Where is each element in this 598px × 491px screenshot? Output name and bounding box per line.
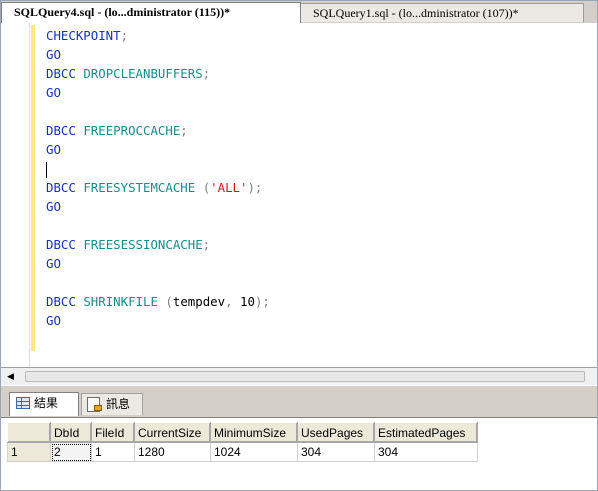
grid-cell[interactable]: 2 xyxy=(50,442,92,462)
code-line: GO xyxy=(46,142,61,157)
code-line: GO xyxy=(46,85,61,100)
code-line xyxy=(46,159,270,178)
grid-cell[interactable]: 1024 xyxy=(210,442,298,462)
grid-corner-header[interactable] xyxy=(7,422,51,443)
tab-messages-label: 訊息 xyxy=(106,397,131,411)
code-line: DBCC SHRINKFILE (tempdev, 10); xyxy=(46,294,270,309)
table-row: 1 2 1 1280 1024 304 304 xyxy=(7,442,478,462)
grid-header-row: DbId FileId CurrentSize MinimumSize Used… xyxy=(7,422,478,443)
column-header-estimatedpages[interactable]: EstimatedPages xyxy=(374,422,478,443)
code-line: CHECKPOINT; xyxy=(46,28,129,43)
code-line: DBCC FREEPROCCACHE; xyxy=(46,123,188,138)
editor-gutter xyxy=(29,23,30,368)
text-caret xyxy=(46,161,47,178)
column-header-fileid[interactable]: FileId xyxy=(91,422,135,443)
code-line: GO xyxy=(46,313,61,328)
tab-results-label: 結果 xyxy=(34,396,59,410)
scroll-left-arrow-icon[interactable]: ◀ xyxy=(3,369,18,384)
tab-results[interactable]: 結果 xyxy=(9,392,79,416)
grid-cell[interactable]: 1 xyxy=(91,442,135,462)
code-line: GO xyxy=(46,256,61,271)
document-tab-strip: SQLQuery1.sql - (lo...dministrator (107)… xyxy=(1,1,597,24)
tab-sqlquery1[interactable]: SQLQuery1.sql - (lo...dministrator (107)… xyxy=(291,3,584,22)
results-tab-strip: 訊息 結果 xyxy=(1,385,597,418)
messages-icon xyxy=(87,397,102,412)
tab-sqlquery4[interactable]: SQLQuery4.sql - (lo...dministrator (115)… xyxy=(1,2,301,23)
grid-cell[interactable]: 304 xyxy=(297,442,375,462)
column-header-currentsize[interactable]: CurrentSize xyxy=(134,422,211,443)
results-grid: DbId FileId CurrentSize MinimumSize Used… xyxy=(7,422,478,462)
code-line: DBCC FREESESSIONCACHE; xyxy=(46,237,211,252)
column-header-usedpages[interactable]: UsedPages xyxy=(297,422,375,443)
column-header-minimumsize[interactable]: MinimumSize xyxy=(210,422,298,443)
scrollbar-thumb[interactable] xyxy=(25,371,585,382)
results-grid-area: DbId FileId CurrentSize MinimumSize Used… xyxy=(1,417,597,490)
results-grid-icon xyxy=(16,397,30,409)
row-number[interactable]: 1 xyxy=(7,442,51,462)
code-line: DBCC DROPCLEANBUFFERS; xyxy=(46,66,211,81)
code-text[interactable]: CHECKPOINT; GO DBCC DROPCLEANBUFFERS; GO… xyxy=(46,26,270,330)
sql-editor[interactable]: CHECKPOINT; GO DBCC DROPCLEANBUFFERS; GO… xyxy=(1,23,597,368)
column-header-dbid[interactable]: DbId xyxy=(50,422,92,443)
tab-messages[interactable]: 訊息 xyxy=(81,393,143,415)
code-line: GO xyxy=(46,47,61,62)
grid-cell[interactable]: 1280 xyxy=(134,442,211,462)
changed-lines-marker xyxy=(31,25,35,351)
code-line: DBCC FREESYSTEMCACHE ('ALL'); xyxy=(46,180,263,195)
grid-cell[interactable]: 304 xyxy=(374,442,478,462)
query-editor-window: SQLQuery1.sql - (lo...dministrator (107)… xyxy=(0,0,598,491)
horizontal-scrollbar[interactable]: ◀ xyxy=(1,367,597,385)
code-line: GO xyxy=(46,199,61,214)
